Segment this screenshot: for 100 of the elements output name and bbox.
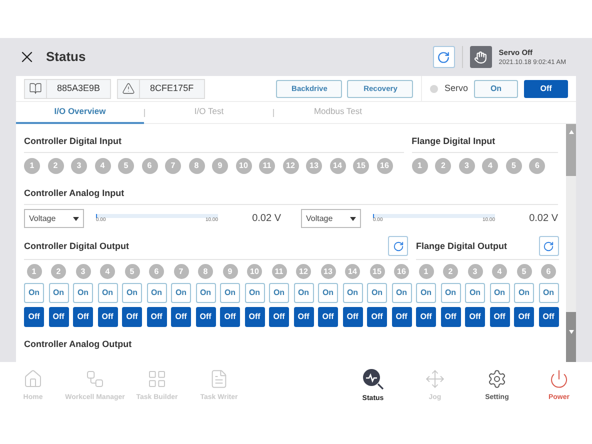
channel-number: 6 [529, 158, 546, 174]
channel-number: 5 [516, 264, 532, 279]
channel-number: 11 [272, 264, 286, 279]
id-field: 885A3E9B [24, 78, 112, 98]
on-button[interactable]: On [490, 283, 510, 303]
tab[interactable]: I/O Test [145, 102, 273, 124]
channel-number: 4 [94, 158, 110, 174]
on-button[interactable]: On [416, 283, 436, 303]
servo-button[interactable]: On [474, 80, 518, 98]
refresh-icon [437, 50, 450, 64]
refresh-button[interactable] [432, 46, 455, 68]
off-button[interactable]: Off [318, 307, 338, 327]
section-title: Flange Digital Input [412, 136, 496, 146]
refresh-button[interactable] [538, 236, 558, 256]
off-button[interactable]: Off [416, 307, 436, 327]
channel-number: 3 [76, 264, 90, 279]
on-button[interactable]: On [269, 283, 289, 303]
section-title: Controller Analog Input [24, 188, 124, 198]
channel-number: 9 [212, 158, 228, 174]
channel-number: 1 [418, 264, 434, 279]
on-button[interactable]: On [514, 283, 534, 303]
on-button[interactable]: On [98, 283, 118, 303]
off-button[interactable]: Off [48, 307, 68, 327]
status-icon [362, 368, 384, 390]
channel-number: 4 [492, 264, 507, 279]
on-button[interactable]: On [294, 283, 314, 303]
on-button[interactable]: On [318, 283, 338, 303]
channel-number: 7 [174, 264, 188, 279]
channel-number: 2 [51, 264, 66, 279]
jog-icon [425, 368, 445, 389]
channel-number: 4 [482, 158, 498, 174]
off-button[interactable]: Off [146, 307, 166, 327]
page-title: Status [46, 48, 86, 66]
servo-button[interactable]: Off [524, 80, 568, 98]
off-button[interactable]: Off [294, 307, 314, 327]
off-button[interactable]: Off [490, 307, 510, 327]
section-title: Controller Analog Output [24, 339, 132, 349]
off-button[interactable]: Off [24, 307, 44, 327]
scroll-down-icon [568, 330, 574, 334]
off-button[interactable]: Off [465, 307, 485, 327]
off-button[interactable]: Off [367, 307, 387, 327]
channel-number: 16 [394, 264, 409, 279]
on-button[interactable]: On [538, 283, 558, 303]
off-button[interactable]: Off [514, 307, 534, 327]
on-button[interactable]: On [465, 283, 485, 303]
analog-reading: 0.02 V [252, 214, 281, 224]
off-button[interactable]: Off [196, 307, 216, 327]
on-button[interactable]: On [122, 283, 142, 303]
on-button[interactable]: On [342, 283, 362, 303]
on-button[interactable]: On [196, 283, 216, 303]
section-title: Flange Digital Output [416, 242, 507, 250]
on-button[interactable]: On [24, 283, 44, 303]
mode-dropdown[interactable]: Voltage [301, 209, 361, 228]
channel-number: 11 [259, 158, 275, 174]
off-button[interactable]: Off [392, 307, 412, 327]
channel-number: 12 [282, 158, 298, 174]
channel-number: 2 [48, 158, 64, 174]
refresh-button[interactable] [388, 236, 408, 256]
channel-number: 16 [376, 158, 392, 174]
on-button[interactable]: On [146, 283, 166, 303]
off-button[interactable]: Off [538, 307, 558, 327]
channel-number: 13 [320, 264, 336, 279]
channel-number: 6 [541, 264, 556, 279]
mode-dropdown[interactable]: Voltage [24, 209, 84, 228]
id-field: 8CFE175F [117, 78, 205, 98]
channel-number: 15 [370, 264, 384, 279]
on-button[interactable]: On [244, 283, 264, 303]
on-button[interactable]: On [73, 283, 93, 303]
off-button[interactable]: Off [342, 307, 362, 327]
off-button[interactable]: Off [171, 307, 191, 327]
on-button[interactable]: On [48, 283, 68, 303]
tab[interactable]: Modbus Test [274, 102, 402, 124]
channel-number: 1 [26, 264, 42, 279]
channel-number: 9 [222, 264, 238, 279]
section-title: Controller Digital Input [24, 136, 122, 146]
off-button[interactable]: Off [440, 307, 460, 327]
off-button[interactable]: Off [244, 307, 264, 327]
channel-number: 3 [458, 158, 475, 174]
off-button[interactable]: Off [269, 307, 289, 327]
off-button[interactable]: Off [98, 307, 118, 327]
home-icon [23, 368, 43, 389]
refresh-icon [392, 240, 404, 252]
refresh-icon [543, 240, 554, 252]
on-button[interactable]: On [171, 283, 191, 303]
tab[interactable]: I/O Overview [16, 102, 144, 124]
on-button[interactable]: On [440, 283, 460, 303]
channel-number: 5 [506, 158, 522, 174]
channel-number: 14 [345, 264, 360, 279]
on-button[interactable]: On [367, 283, 387, 303]
scrollbar[interactable] [566, 124, 576, 362]
channel-number: 12 [296, 264, 311, 279]
on-button[interactable]: On [220, 283, 240, 303]
off-button[interactable]: Off [220, 307, 240, 327]
channel-number: 1 [24, 158, 40, 174]
off-button[interactable]: Off [122, 307, 142, 327]
channel-number: 14 [330, 158, 346, 174]
dropdown-caret-icon [350, 216, 356, 220]
on-button[interactable]: On [392, 283, 412, 303]
off-button[interactable]: Off [73, 307, 93, 327]
book-icon [29, 82, 42, 95]
